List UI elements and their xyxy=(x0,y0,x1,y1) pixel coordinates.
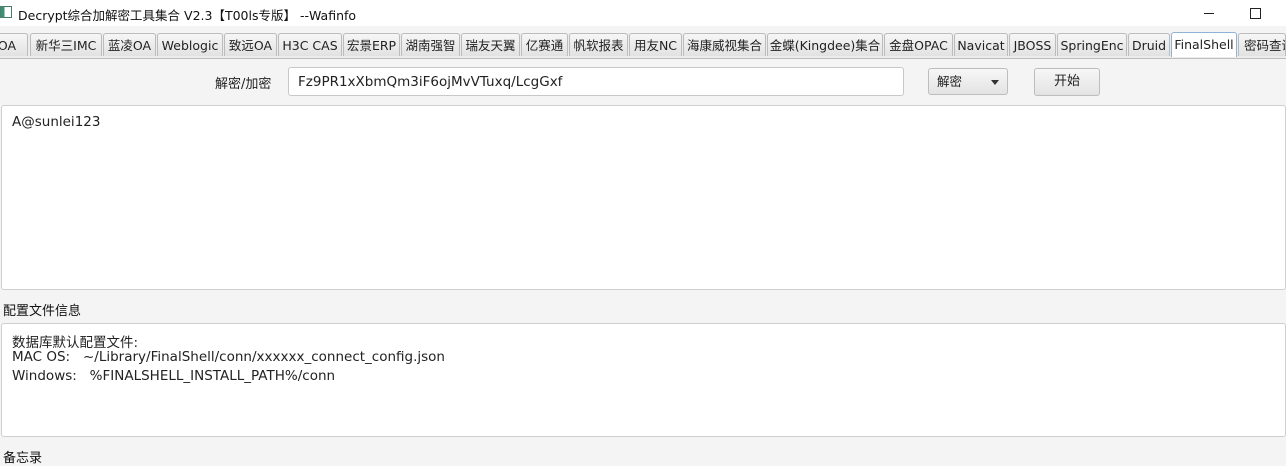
window-title: Decrypt综合加解密工具集合 V2.3【T00ls专版】 --Wafinfo xyxy=(18,8,357,23)
maximize-button[interactable] xyxy=(1232,0,1278,26)
tab-jinpan-opac[interactable]: 金盘OPAC xyxy=(884,33,953,56)
result-text: A@sunlei123 xyxy=(12,114,101,130)
config-line: Windows: %FINALSHELL_INSTALL_PATH%/conn xyxy=(12,368,336,384)
config-line: 数据库默认配置文件: xyxy=(12,335,139,351)
tab-finalshell[interactable]: FinalShell xyxy=(1171,32,1237,57)
minimize-icon xyxy=(1204,12,1214,14)
tab-h3c-imc[interactable]: 新华三IMC xyxy=(30,33,102,56)
tab-kingdee[interactable]: 金蝶(Kingdee)集合 xyxy=(767,33,883,56)
tab-hunan-qiangzhi[interactable]: 湖南强智 xyxy=(401,33,460,56)
tab-h3c-cas[interactable]: H3C CAS xyxy=(278,33,342,56)
config-info-textarea[interactable]: 数据库默认配置文件: MAC OS: ~/Library/FinalShell/… xyxy=(1,323,1286,437)
tab-oa-clipped[interactable]: OA xyxy=(0,33,28,56)
result-textarea[interactable]: A@sunlei123 xyxy=(1,105,1286,290)
cipher-input[interactable] xyxy=(288,67,904,96)
tab-weblogic[interactable]: Weblogic xyxy=(157,33,223,56)
maximize-icon xyxy=(1249,7,1261,19)
decrypt-encrypt-label: 解密/加密 xyxy=(215,77,272,92)
notes-section-label: 备忘录 xyxy=(3,451,43,466)
tab-ruiyou-tianyi[interactable]: 瑞友天翼 xyxy=(461,33,520,56)
chevron-down-icon xyxy=(991,80,999,85)
tab-yonyou-nc[interactable]: 用友NC xyxy=(629,33,682,56)
tab-password-lookup[interactable]: 密码查询 xyxy=(1238,33,1286,56)
minimize-button[interactable] xyxy=(1186,0,1232,26)
tab-seeyon-oa[interactable]: 致远OA xyxy=(224,33,277,56)
tab-hongjing-erp[interactable]: 宏景ERP xyxy=(343,33,400,56)
tab-yisaitong[interactable]: 亿赛通 xyxy=(521,33,568,56)
title-bar: Decrypt综合加解密工具集合 V2.3【T00ls专版】 --Wafinfo xyxy=(0,0,1286,26)
tab-fanruan-report[interactable]: 帆软报表 xyxy=(569,33,628,56)
mode-select-value: 解密 xyxy=(937,74,963,89)
tab-hikvision[interactable]: 海康威视集合 xyxy=(683,33,766,56)
config-section-label: 配置文件信息 xyxy=(3,304,82,319)
app-icon xyxy=(0,6,12,18)
config-line: MAC OS: ~/Library/FinalShell/conn/xxxxxx… xyxy=(12,349,445,365)
tab-bar: OA 新华三IMC 蓝凌OA Weblogic 致远OA H3C CAS 宏景E… xyxy=(0,32,1286,59)
tab-landray-oa[interactable]: 蓝凌OA xyxy=(103,33,156,56)
mode-select[interactable]: 解密 xyxy=(928,68,1008,95)
tab-springenc[interactable]: SpringEnc xyxy=(1057,33,1127,56)
tab-navicat[interactable]: Navicat xyxy=(954,33,1008,56)
start-button[interactable]: 开始 xyxy=(1034,68,1100,96)
tab-jboss[interactable]: JBOSS xyxy=(1009,33,1056,56)
tab-druid[interactable]: Druid xyxy=(1128,33,1170,56)
